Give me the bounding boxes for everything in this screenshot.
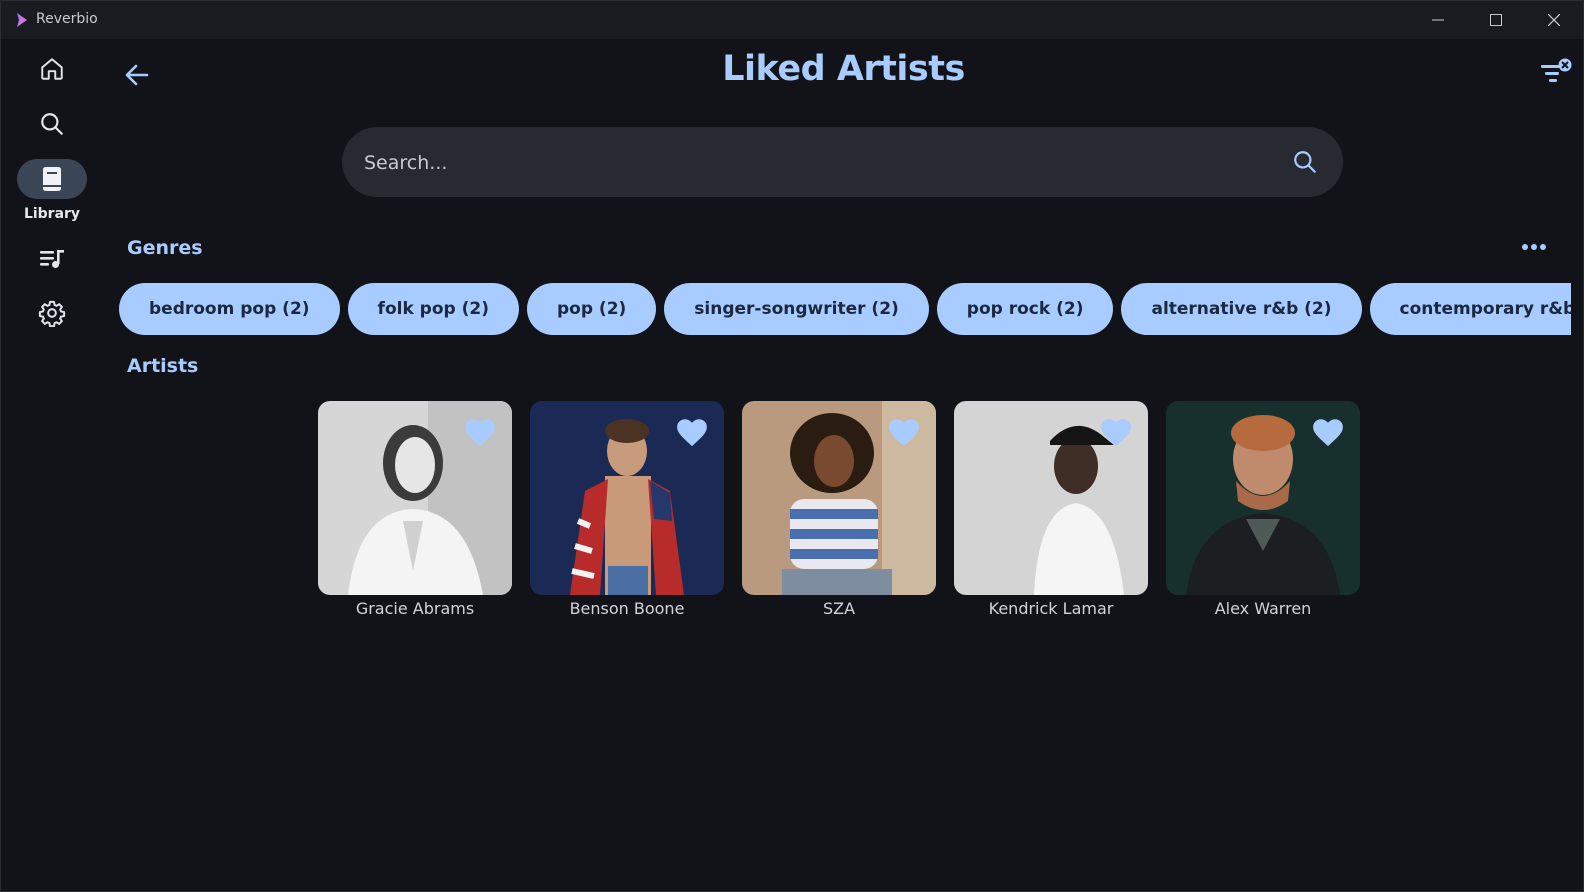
sidebar-item-search[interactable] — [17, 104, 87, 144]
artist-name: SZA — [822, 599, 856, 618]
artist-name: Alex Warren — [1214, 599, 1312, 618]
sidebar-item-library[interactable] — [17, 159, 87, 199]
library-icon — [43, 167, 61, 191]
maximize-icon — [1490, 14, 1502, 26]
genre-chip[interactable]: contemporary r&b (2) — [1369, 283, 1571, 335]
genre-chip-list: bedroom pop (2) folk pop (2) pop (2) singer… — [119, 283, 1571, 335]
filter-clear-icon — [1541, 58, 1572, 82]
heart-icon[interactable] — [887, 416, 921, 448]
artist-grid: Gracie Abrams Benson Boone SZA Kendrick … — [318, 401, 1378, 641]
close-button[interactable] — [1525, 1, 1583, 39]
artist-name: Benson Boone — [569, 599, 685, 618]
genre-chip[interactable]: pop (2) — [526, 283, 657, 335]
search-bar — [342, 127, 1343, 199]
artist-name: Kendrick Lamar — [988, 599, 1114, 618]
queue-icon — [40, 250, 64, 268]
maximize-button[interactable] — [1467, 1, 1525, 39]
minimize-button[interactable] — [1409, 1, 1467, 39]
sidebar-item-settings[interactable] — [17, 293, 87, 333]
genre-chip[interactable]: folk pop (2) — [347, 283, 519, 335]
search-icon — [41, 113, 63, 135]
title-bar: Reverbio — [1, 1, 1583, 39]
clear-filter-button[interactable] — [1537, 55, 1573, 91]
minimize-icon — [1432, 19, 1444, 21]
sidebar-item-home[interactable] — [17, 49, 87, 89]
app-window: Reverbio Library Liked Artists Search...… — [0, 0, 1584, 892]
heart-icon[interactable] — [463, 416, 497, 448]
heart-icon[interactable] — [1311, 416, 1345, 448]
genre-chip[interactable]: bedroom pop (2) — [119, 283, 340, 335]
genres-more-button[interactable] — [1519, 237, 1549, 257]
back-button[interactable] — [121, 59, 153, 91]
search-icon[interactable] — [1292, 149, 1318, 175]
genre-chip[interactable]: pop rock (2) — [936, 283, 1114, 335]
genre-chip[interactable]: alternative r&b (2) — [1121, 283, 1362, 335]
heart-icon[interactable] — [1099, 416, 1133, 448]
genres-heading: Genres — [127, 237, 203, 259]
home-icon — [41, 58, 63, 80]
arrow-left-icon — [125, 64, 149, 86]
search-input[interactable] — [362, 127, 1246, 199]
close-icon — [1548, 14, 1560, 26]
app-title: Reverbio — [36, 11, 98, 27]
heart-icon[interactable] — [675, 416, 709, 448]
more-horizontal-icon — [1522, 244, 1546, 250]
artists-heading: Artists — [127, 355, 199, 377]
app-logo-icon — [17, 13, 27, 27]
gear-icon — [38, 300, 66, 327]
sidebar-item-queue[interactable] — [17, 239, 87, 279]
sidebar-item-library-label: Library — [23, 206, 81, 222]
page-title: Liked Artists — [722, 49, 965, 89]
genre-chip[interactable]: singer-songwriter (2) — [664, 283, 929, 335]
artist-name: Gracie Abrams — [355, 599, 475, 618]
